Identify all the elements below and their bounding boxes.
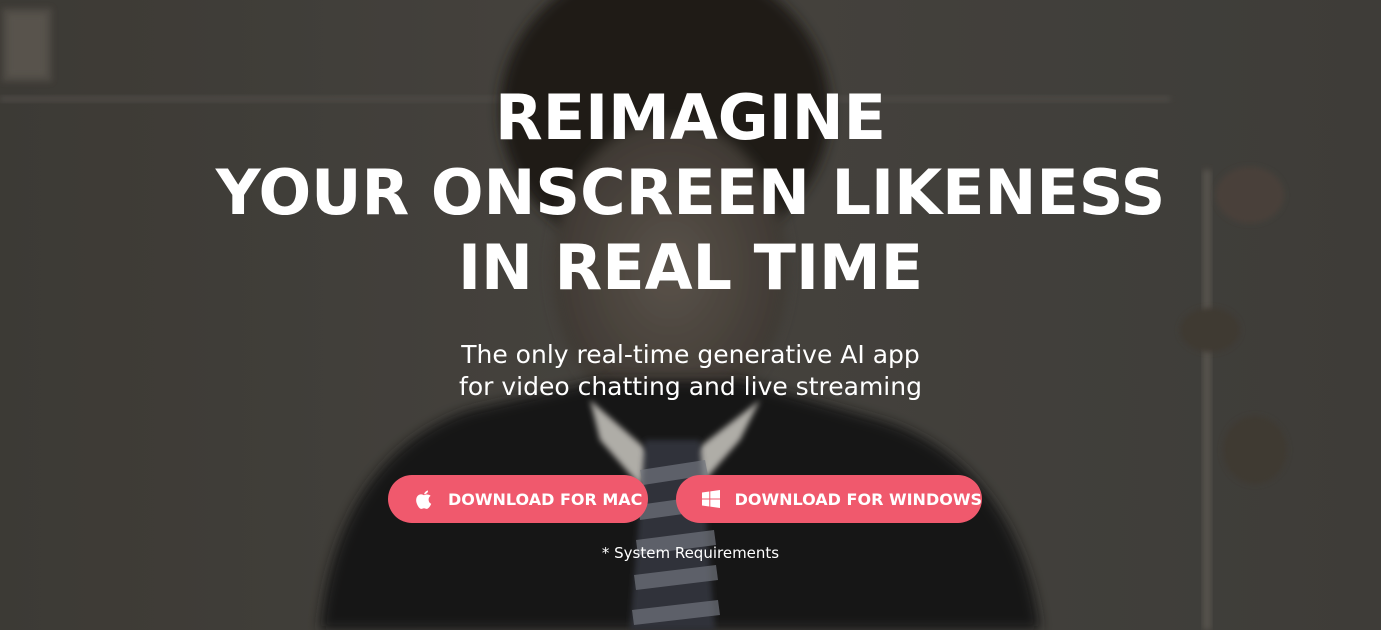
download-windows-label: DOWNLOAD FOR WINDOWS	[734, 489, 982, 509]
headline-line-2: YOUR ONSCREEN LIKENESS	[215, 156, 1166, 229]
headline-line-3: IN REAL TIME	[457, 231, 924, 304]
apple-icon	[414, 488, 434, 510]
subtitle-line-2: for video chatting and live streaming	[459, 372, 922, 401]
system-requirements-link[interactable]: * System Requirements	[0, 543, 1381, 563]
windows-icon	[702, 488, 721, 510]
hero-section: REIMAGINE YOUR ONSCREEN LIKENESS IN REAL…	[0, 0, 1381, 630]
headline-line-1: REIMAGINE	[494, 81, 887, 154]
download-mac-button[interactable]: DOWNLOAD FOR MAC	[388, 475, 648, 523]
subtitle-line-1: The only real-time generative AI app	[461, 340, 920, 369]
hero-headline: REIMAGINE YOUR ONSCREEN LIKENESS IN REAL…	[0, 80, 1381, 305]
hero-subtitle: The only real-time generative AI app for…	[0, 339, 1381, 403]
download-mac-label: DOWNLOAD FOR MAC	[448, 489, 643, 509]
download-windows-button[interactable]: DOWNLOAD FOR WINDOWS	[676, 475, 982, 523]
